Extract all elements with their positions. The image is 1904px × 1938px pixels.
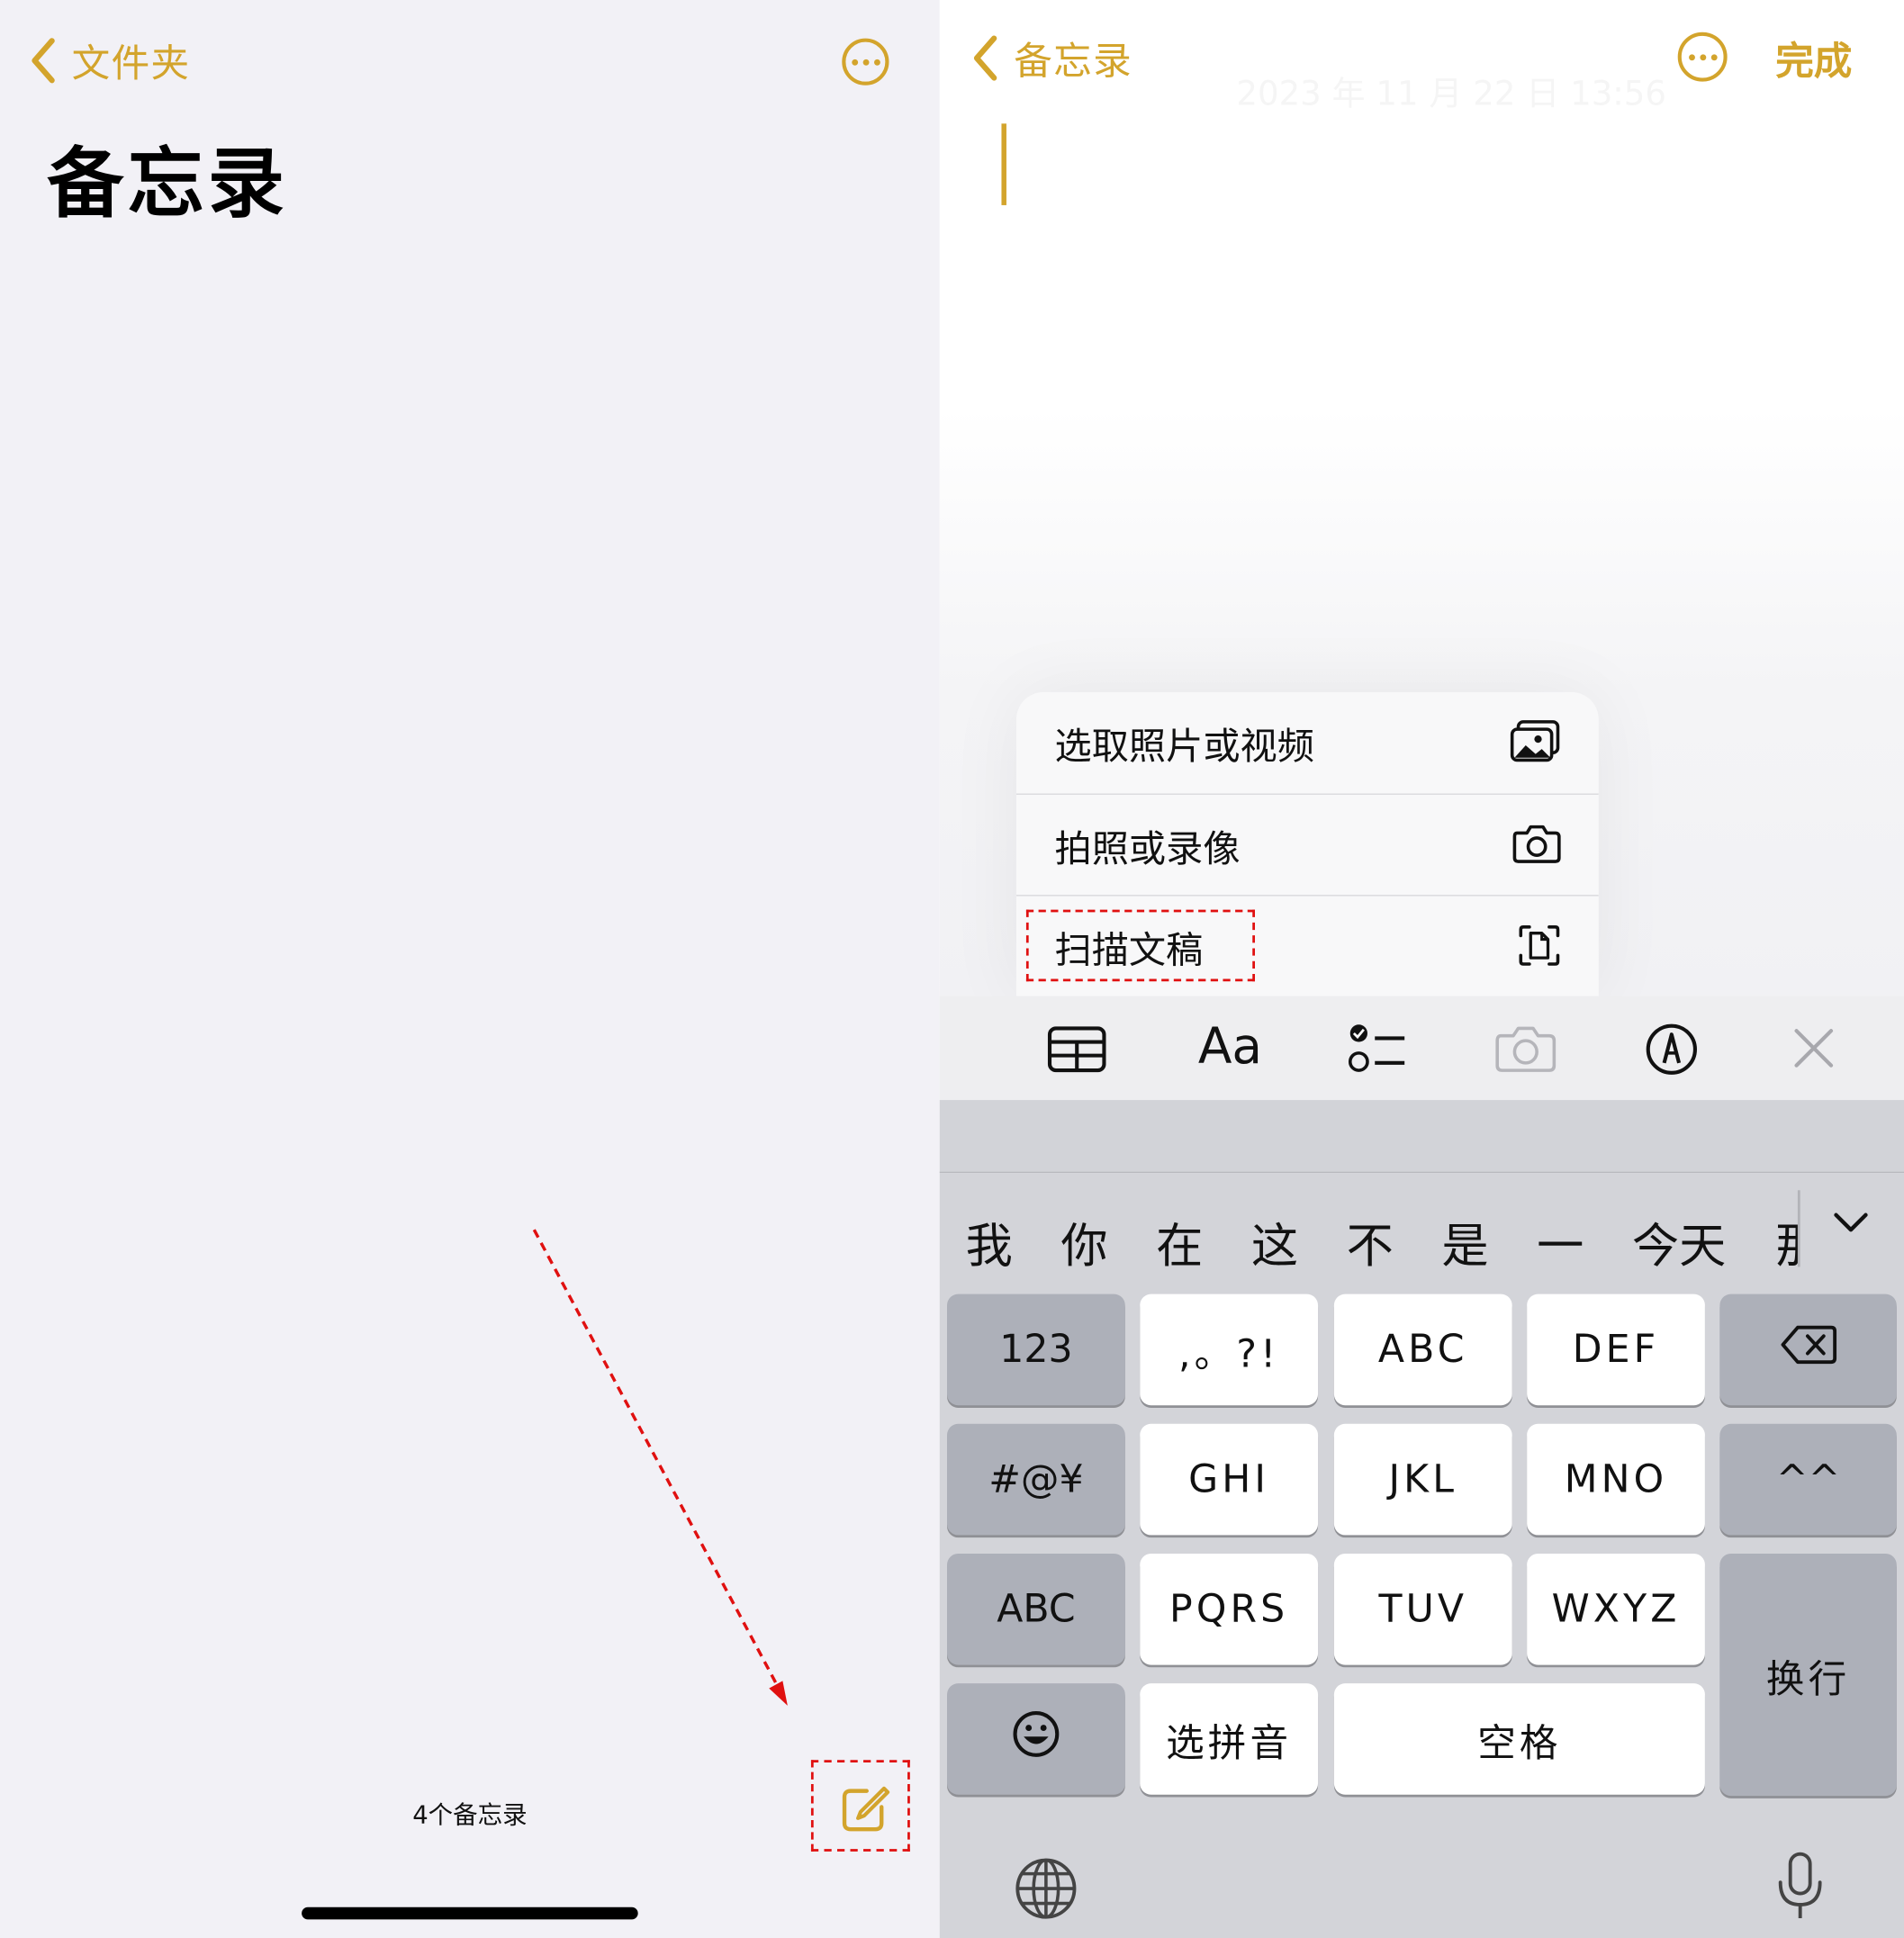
doc-scan-icon xyxy=(1517,924,1561,973)
key-kaomoji[interactable]: ^^ xyxy=(1719,1423,1897,1536)
text-format-icon[interactable]: Aa xyxy=(1198,1018,1262,1075)
menu-item-label: 选取照片或视频 xyxy=(1054,726,1314,770)
menu-item-choose-photo[interactable]: 选取照片或视频 xyxy=(1016,692,1599,794)
attachment-menu: 选取照片或视频 拍照或录像 扫描文稿 xyxy=(1015,691,1599,996)
candidate-word[interactable]: 你 xyxy=(1060,1208,1107,1276)
format-toolbar: Aa xyxy=(939,996,1904,1101)
key-punctuation[interactable]: ,。?! xyxy=(1140,1294,1319,1406)
key-ghi[interactable]: GHI xyxy=(1140,1423,1319,1536)
camera-icon[interactable] xyxy=(1494,1023,1557,1077)
key-wxyz[interactable]: WXYZ xyxy=(1527,1553,1705,1665)
key-jkl[interactable]: JKL xyxy=(1333,1423,1512,1536)
return-key[interactable]: 换行 xyxy=(1719,1553,1897,1797)
compose-icon[interactable] xyxy=(840,1785,892,1839)
close-icon[interactable] xyxy=(1792,1027,1835,1074)
checklist-icon[interactable] xyxy=(1348,1021,1407,1080)
emoji-icon xyxy=(1011,1709,1060,1769)
back-to-notes-button[interactable]: 备忘录 xyxy=(971,30,1132,86)
space-key[interactable]: 空格 xyxy=(1333,1683,1705,1795)
candidate-word[interactable]: 不 xyxy=(1347,1208,1394,1276)
key-abc[interactable]: ABC xyxy=(1333,1294,1512,1406)
key-123[interactable]: 123 xyxy=(947,1294,1125,1406)
home-indicator xyxy=(302,1906,638,1920)
key-tuv[interactable]: TUV xyxy=(1333,1553,1512,1665)
photo-library-icon xyxy=(1510,719,1562,769)
candidate-word[interactable]: 是 xyxy=(1441,1208,1488,1276)
delete-backward-icon xyxy=(1780,1325,1836,1375)
menu-item-take-photo[interactable]: 拍照或录像 xyxy=(1016,795,1599,897)
candidate-overflow-clip: 那 xyxy=(1775,1173,1798,1284)
table-icon[interactable] xyxy=(1046,1024,1108,1078)
notes-folder-screen: 文件夹 备忘录 4个备忘录 xyxy=(0,0,940,1938)
key-pqrs[interactable]: PQRS xyxy=(1140,1553,1319,1665)
key-def[interactable]: DEF xyxy=(1527,1294,1705,1406)
delete-key[interactable] xyxy=(1719,1294,1897,1406)
back-label: 文件夹 xyxy=(71,41,191,87)
candidate-word[interactable]: 这 xyxy=(1251,1208,1298,1276)
back-label: 备忘录 xyxy=(1014,39,1133,85)
back-to-folders-button[interactable]: 文件夹 xyxy=(30,32,191,88)
candidate-word[interactable]: 我 xyxy=(966,1208,1013,1276)
note-editor-screen: 备忘录 2023 年 11 月 22 日 13:56 完成 选取照片或视频 拍照… xyxy=(939,0,1904,1938)
chevron-left-icon xyxy=(971,34,998,81)
ellipsis-circle-icon[interactable] xyxy=(842,38,889,86)
candidate-word[interactable]: 那 xyxy=(1775,1208,1798,1276)
note-count-label: 4个备忘录 xyxy=(412,1799,528,1830)
markup-icon[interactable] xyxy=(1645,1023,1699,1082)
scan-highlight-box xyxy=(1025,909,1256,982)
input-suggestion-bar xyxy=(939,1100,1904,1174)
note-date: 2023 年 11 月 22 日 13:56 xyxy=(1236,75,1666,114)
annotation-arrow xyxy=(532,1229,788,1706)
key-select-pinyin[interactable]: 选拼音 xyxy=(1140,1683,1319,1795)
page-title: 备忘录 xyxy=(47,138,289,230)
candidate-word[interactable]: 今天 xyxy=(1632,1208,1726,1276)
screenshot-stage: 文件夹 备忘录 4个备忘录 备忘录 2023 年 11 月 22 日 13:56 xyxy=(0,0,1904,1938)
candidate-divider xyxy=(1797,1190,1800,1267)
chevron-down-icon[interactable] xyxy=(1832,1210,1869,1239)
ellipsis-circle-icon[interactable] xyxy=(1677,32,1728,82)
emoji-key[interactable] xyxy=(947,1683,1125,1795)
candidate-word[interactable]: 一 xyxy=(1537,1208,1584,1276)
chevron-left-icon xyxy=(30,37,57,84)
globe-icon[interactable] xyxy=(1014,1856,1078,1925)
done-button[interactable]: 完成 xyxy=(1775,30,1852,86)
text-cursor xyxy=(1001,123,1006,205)
key-mno[interactable]: MNO xyxy=(1527,1423,1705,1536)
camera-icon xyxy=(1512,822,1562,869)
key-symbols[interactable]: #@¥ xyxy=(947,1423,1125,1536)
key-abc-switch[interactable]: ABC xyxy=(947,1553,1125,1665)
menu-item-label: 拍照或录像 xyxy=(1054,827,1241,872)
pinyin-keyboard: 我 你 在 这 不 是 一 今天 那 123 ,。?! ABC DEF xyxy=(939,1173,1904,1938)
candidate-word[interactable]: 在 xyxy=(1156,1208,1203,1276)
microphone-icon[interactable] xyxy=(1775,1851,1825,1927)
